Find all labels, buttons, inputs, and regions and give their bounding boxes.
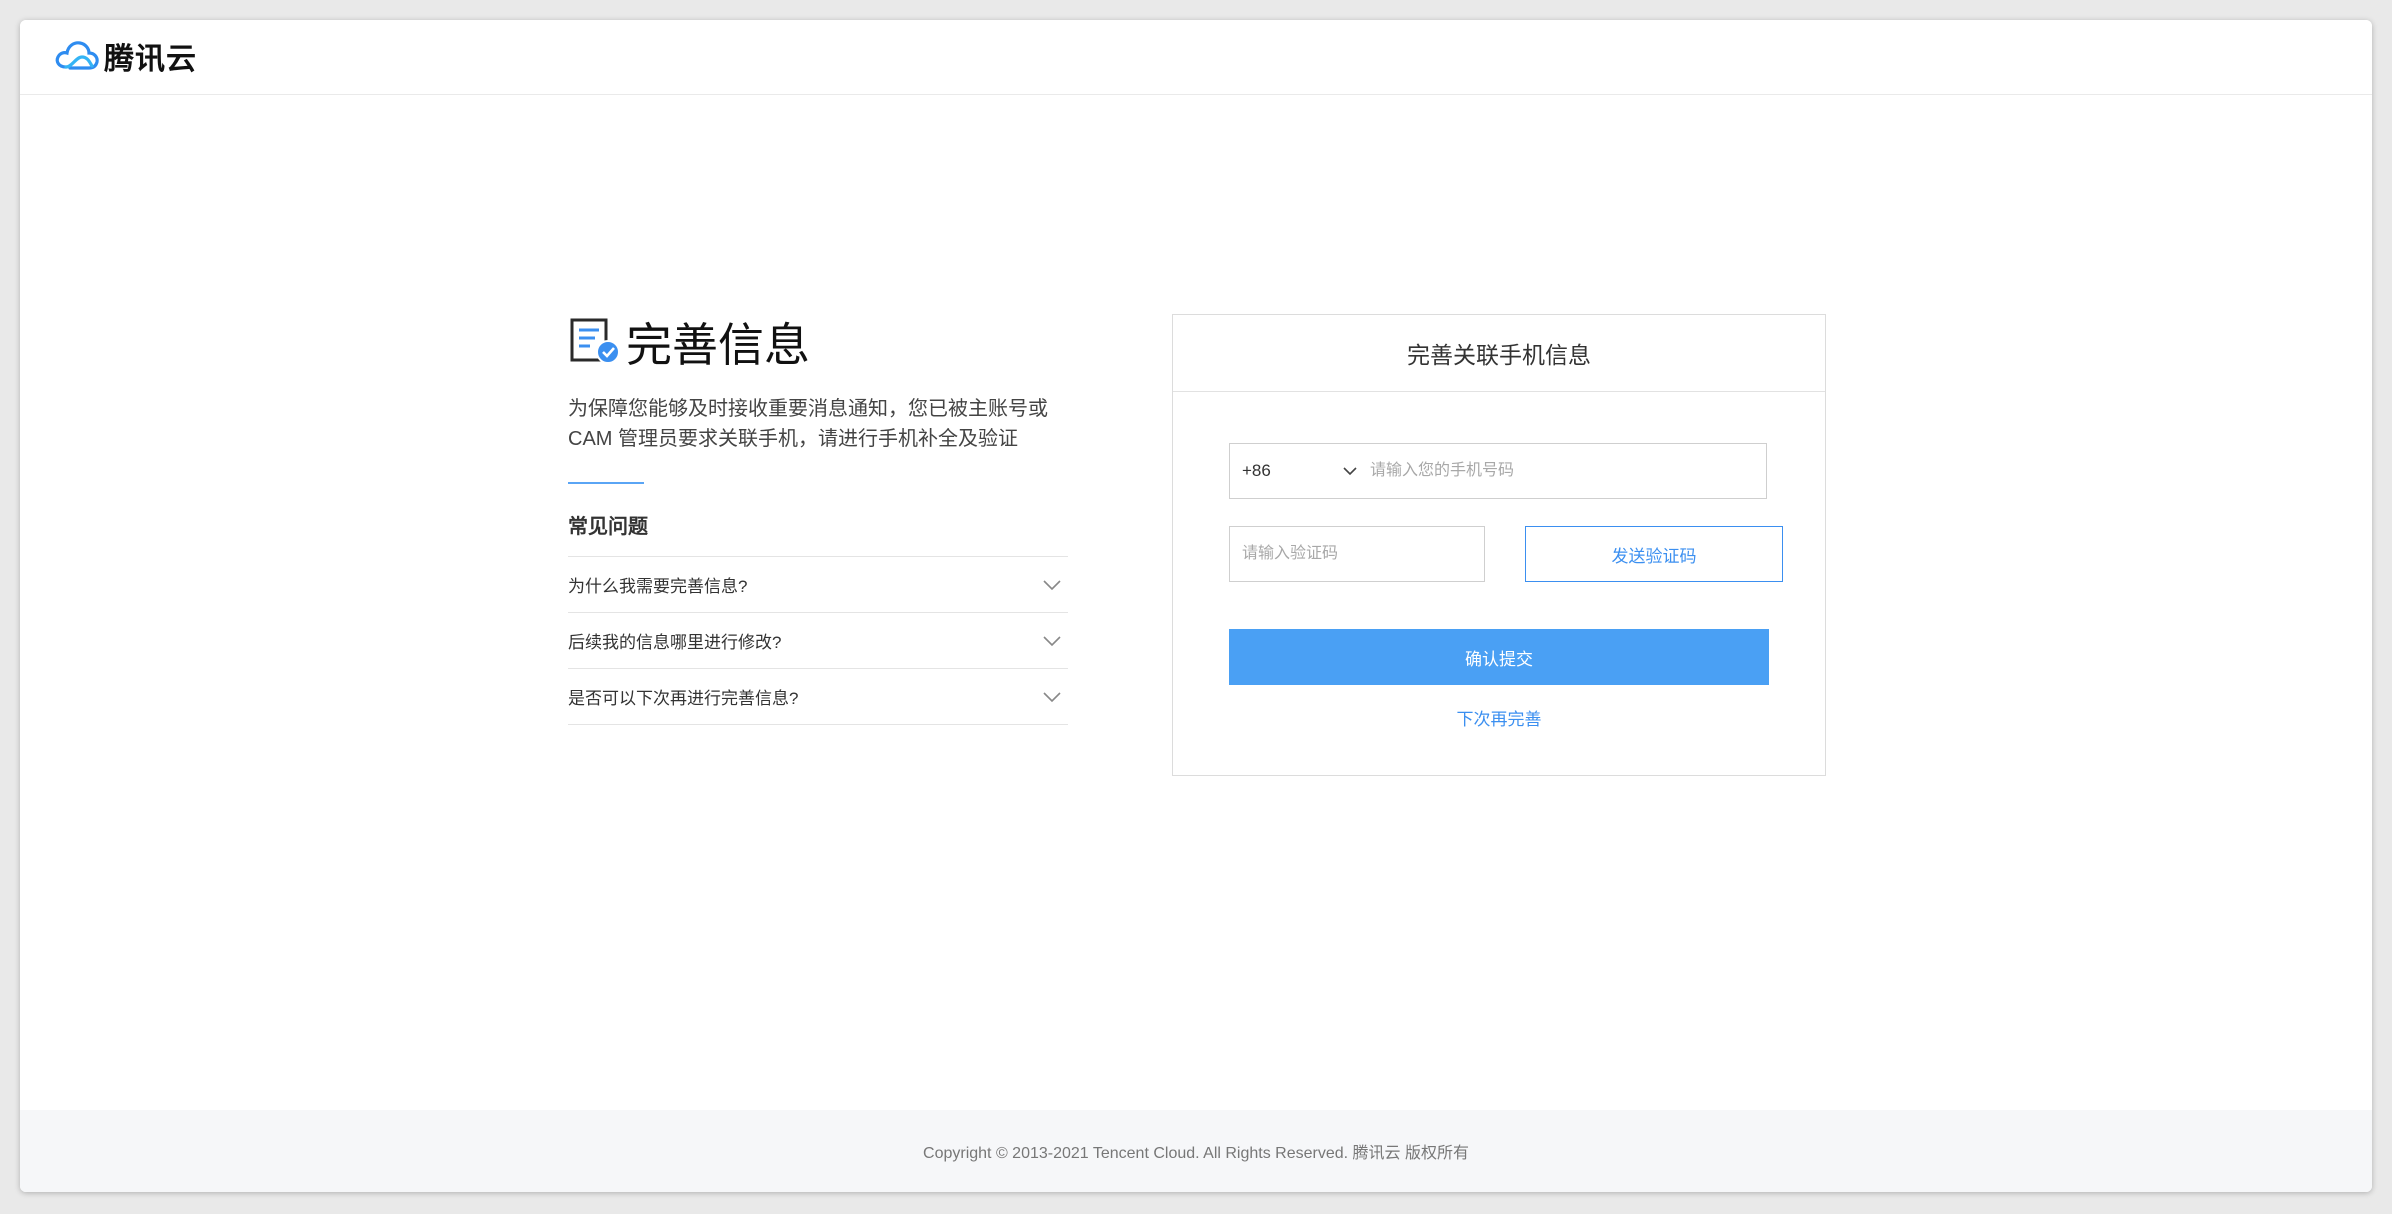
browser-window: 腾讯云 完善信息 为保障您能够及时接收重要消息通知，您已被主账号或 CAM 管理… bbox=[20, 20, 2372, 1192]
send-code-button[interactable]: 发送验证码 bbox=[1525, 526, 1783, 582]
top-header: 腾讯云 bbox=[20, 20, 2372, 95]
tencent-cloud-logo-icon bbox=[55, 41, 99, 70]
chevron-down-icon bbox=[1043, 691, 1061, 702]
faq-item-label: 后续我的信息哪里进行修改? bbox=[568, 633, 782, 652]
faq-item-why[interactable]: 为什么我需要完善信息? bbox=[568, 557, 1068, 613]
country-code-value: +86 bbox=[1242, 461, 1271, 480]
phone-input-group: +86 bbox=[1229, 443, 1767, 499]
brand-name: 腾讯云 bbox=[104, 43, 197, 76]
verification-code-box bbox=[1229, 526, 1485, 582]
copyright-text: Copyright © 2013-2021 Tencent Cloud. All… bbox=[923, 1145, 1469, 1162]
description-line-1: 为保障您能够及时接收重要消息通知，您已被主账号或 bbox=[568, 398, 1048, 420]
info-description: 为保障您能够及时接收重要消息通知，您已被主账号或 CAM 管理员要求关联手机，请… bbox=[568, 394, 1068, 454]
faq-item-label: 是否可以下次再进行完善信息? bbox=[568, 689, 799, 708]
complete-later-link[interactable]: 下次再完善 bbox=[1173, 705, 1825, 735]
info-panel: 完善信息 为保障您能够及时接收重要消息通知，您已被主账号或 CAM 管理员要求关… bbox=[568, 312, 1068, 725]
faq-heading: 常见问题 bbox=[568, 516, 648, 538]
faq-item-label: 为什么我需要完善信息? bbox=[568, 577, 748, 596]
page-title: 完善信息 bbox=[626, 319, 810, 371]
phone-form-card: 完善关联手机信息 +86 发送验证码 确认提交 下次再完善 bbox=[1172, 314, 1826, 776]
faq-list: 为什么我需要完善信息? 后续我的信息哪里进行修改? 是否可以下次再进行完善信息? bbox=[568, 556, 1068, 725]
chevron-down-icon bbox=[1343, 467, 1357, 476]
info-heading: 完善信息 bbox=[568, 312, 1068, 372]
accent-divider bbox=[568, 482, 644, 484]
form-title: 完善关联手机信息 bbox=[1173, 315, 1825, 392]
footer: Copyright © 2013-2021 Tencent Cloud. All… bbox=[20, 1110, 2372, 1192]
verification-code-input[interactable] bbox=[1230, 527, 1484, 581]
faq-item-later[interactable]: 是否可以下次再进行完善信息? bbox=[568, 669, 1068, 725]
document-check-icon bbox=[570, 318, 620, 364]
chevron-down-icon bbox=[1043, 635, 1061, 646]
submit-button[interactable]: 确认提交 bbox=[1229, 629, 1769, 685]
phone-input[interactable] bbox=[1370, 443, 1766, 499]
country-code-select[interactable]: +86 bbox=[1230, 461, 1370, 481]
faq-item-where-modify[interactable]: 后续我的信息哪里进行修改? bbox=[568, 613, 1068, 669]
brand-logo[interactable]: 腾讯云 bbox=[52, 36, 197, 76]
description-line-2: CAM 管理员要求关联手机，请进行手机补全及验证 bbox=[568, 428, 1018, 450]
chevron-down-icon bbox=[1043, 579, 1061, 590]
